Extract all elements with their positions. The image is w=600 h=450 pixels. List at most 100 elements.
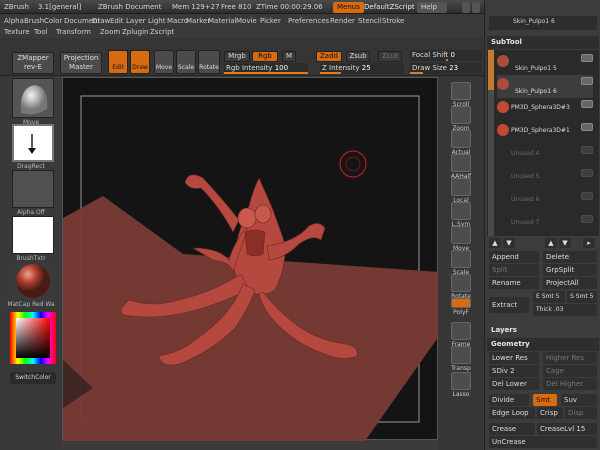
visibility-eye-icon[interactable] <box>581 146 593 154</box>
rgb-intensity-slider[interactable]: Rgb Intensity 100 <box>224 63 308 74</box>
shelf-scale-button[interactable]: Scale <box>442 250 480 276</box>
edge-loop-button[interactable]: Edge Loop <box>489 407 535 419</box>
sdiv-slider[interactable]: SDiv 2 <box>489 365 539 377</box>
menu-movie[interactable]: Movie <box>236 17 257 25</box>
visibility-eye-icon[interactable] <box>581 100 593 108</box>
menu-zoom[interactable]: Zoom <box>100 28 120 36</box>
menu-draw[interactable]: Draw <box>92 17 110 25</box>
delete-button[interactable]: Delete <box>543 251 597 263</box>
menu-zscript[interactable]: Zscript <box>150 28 174 36</box>
texture-thumbnail[interactable] <box>12 216 54 254</box>
draw-size-slider[interactable]: Draw Size 23 <box>410 63 482 74</box>
menu-marker[interactable]: Marker <box>186 17 210 25</box>
arrow-down-icon[interactable]: ▼ <box>559 238 571 248</box>
rgb-button[interactable]: Rgb <box>252 51 278 62</box>
alpha-thumbnail[interactable] <box>12 170 54 208</box>
menu-render[interactable]: Render <box>330 17 355 25</box>
document-canvas[interactable] <box>62 77 439 441</box>
subtool-item[interactable]: PM3D_Sphera3D#1 <box>497 121 593 144</box>
shelf-actual-button[interactable]: Actual <box>442 130 480 156</box>
subtool-header[interactable]: SubTool <box>487 36 599 49</box>
zmapper-button[interactable]: ZMapper rev-E <box>12 52 54 74</box>
arrow-up-icon[interactable]: ▲ <box>545 238 557 248</box>
higher-res-button[interactable]: Higher Res <box>543 352 597 364</box>
creaselvl-slider[interactable]: CreaseLvl 15 <box>537 423 597 435</box>
lower-res-button[interactable]: Lower Res <box>489 352 539 364</box>
shelf-local-button[interactable]: Local <box>442 178 480 204</box>
menu-alpha[interactable]: Alpha <box>4 17 24 25</box>
shelf-scroll-button[interactable]: Scroll <box>442 82 480 108</box>
color-picker[interactable] <box>10 312 56 364</box>
crisp-button[interactable]: Crisp <box>537 407 563 419</box>
visibility-eye-icon[interactable] <box>581 123 593 131</box>
zcut-button[interactable]: Zcut <box>378 51 402 62</box>
switch-color-button[interactable]: SwitchColor <box>10 372 56 384</box>
visibility-eye-icon[interactable] <box>581 192 593 200</box>
menu-material[interactable]: Material <box>208 17 236 25</box>
menu-picker[interactable]: Picker <box>260 17 281 25</box>
extract-button[interactable]: Extract <box>489 297 529 313</box>
tool-thumbnail-strip[interactable]: Skin_Pulpo1 6 <box>489 16 597 30</box>
subtool-item[interactable]: PM3D_Sphera3D#3 <box>497 98 593 121</box>
append-button[interactable]: Append <box>489 251 539 263</box>
scale-mode-button[interactable]: Scale <box>176 50 196 74</box>
rotate-mode-button[interactable]: Rotate <box>198 50 220 74</box>
shelf-move-button[interactable]: Move <box>442 226 480 252</box>
grpsplit-button[interactable]: GrpSplit <box>543 264 597 276</box>
subtool-item[interactable]: Unused 7 <box>497 213 593 236</box>
shelf-aahalf-button[interactable]: AAHalf <box>442 154 480 180</box>
visibility-eye-icon[interactable] <box>581 169 593 177</box>
menu-stencil[interactable]: Stencil <box>358 17 382 25</box>
material-thumbnail[interactable] <box>12 262 54 300</box>
m-button[interactable]: M <box>282 51 296 62</box>
arrow-right-icon[interactable]: ▸ <box>583 238 595 248</box>
mrgb-button[interactable]: Mrgb <box>224 51 250 62</box>
del-higher-button[interactable]: Del Higher <box>543 378 597 390</box>
subtool-item[interactable]: Unused 4 <box>497 144 593 167</box>
zsub-button[interactable]: Zsub <box>346 51 370 62</box>
cage-button[interactable]: Cage <box>543 365 597 377</box>
crease-button[interactable]: Crease <box>489 423 535 435</box>
shelf-lsym-button[interactable]: L.Sym <box>442 202 480 228</box>
subtool-item[interactable]: Unused 6 <box>497 190 593 213</box>
visibility-eye-icon[interactable] <box>581 54 593 62</box>
visibility-eye-icon[interactable] <box>581 215 593 223</box>
shelf-zoom-button[interactable]: Zoom <box>442 106 480 132</box>
menu-transform[interactable]: Transform <box>56 28 91 36</box>
s-smt-slider[interactable]: S Smt 5 <box>567 291 597 303</box>
thick-slider[interactable]: Thick .03 <box>533 304 597 316</box>
menu-light[interactable]: Light <box>148 17 165 25</box>
brush-thumbnail[interactable] <box>12 78 54 118</box>
menu-layer[interactable]: Layer <box>126 17 146 25</box>
edit-mode-button[interactable]: Edit <box>108 50 128 74</box>
menu-tool[interactable]: Tool <box>34 28 48 36</box>
subtool-item[interactable]: Skin_Pulpo1 6 <box>497 75 593 98</box>
arrow-up-icon[interactable]: ▲ <box>489 238 501 248</box>
split-button[interactable]: Split <box>489 264 539 276</box>
menu-color[interactable]: Color <box>44 17 62 25</box>
rename-button[interactable]: Rename <box>489 277 539 289</box>
minimize-icon[interactable] <box>462 2 470 13</box>
shelf-polyf-button[interactable]: PolyF <box>442 298 480 316</box>
subtool-item[interactable]: Unused 5 <box>497 167 593 190</box>
smt-toggle[interactable]: Smt <box>533 394 557 406</box>
zadd-button[interactable]: Zadd <box>316 51 342 62</box>
suv-toggle[interactable]: Suv <box>561 394 597 406</box>
projection-master-button[interactable]: Projection Master <box>60 52 102 74</box>
shelf-lasso-button[interactable]: Lasso <box>442 372 480 398</box>
menu-preferences[interactable]: Preferences <box>288 17 329 25</box>
menu-macro[interactable]: Macro <box>167 17 188 25</box>
shelf-frame-button[interactable]: Frame <box>442 322 480 348</box>
draw-mode-button[interactable]: Draw <box>130 50 150 74</box>
focal-shift-slider[interactable]: Focal Shift 0 <box>410 50 482 61</box>
uncrease-button[interactable]: UnCrease <box>489 436 597 448</box>
menu-edit[interactable]: Edit <box>110 17 124 25</box>
geometry-header[interactable]: Geometry <box>487 338 599 351</box>
move-mode-button[interactable]: Move <box>154 50 174 74</box>
del-lower-button[interactable]: Del Lower <box>489 378 539 390</box>
divide-button[interactable]: Divide <box>489 394 529 406</box>
stroke-thumbnail[interactable] <box>12 124 54 162</box>
shelf-transp-button[interactable]: Transp <box>442 346 480 372</box>
subtool-item[interactable]: Skin_Pulpo1 5 <box>497 52 593 75</box>
default-zscript-button[interactable]: DefaultZScript <box>360 2 419 13</box>
